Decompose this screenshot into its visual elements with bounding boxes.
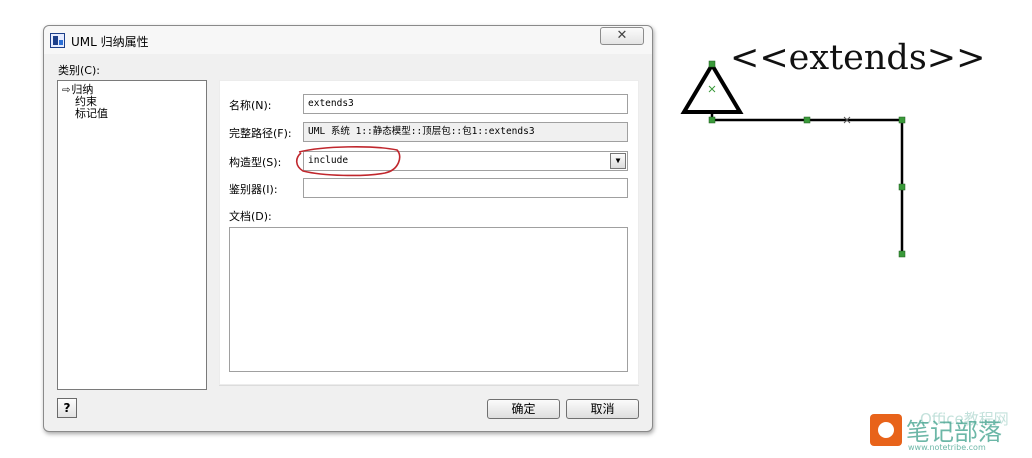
stereotype-value: include [308, 155, 349, 166]
name-input[interactable]: extends3 [303, 94, 628, 114]
category-item-tagged-values[interactable]: 标记值 [75, 108, 108, 120]
selection-handle[interactable] [898, 183, 906, 191]
watermark-url: www.notetribe.com [908, 443, 986, 452]
button-area-divider [219, 385, 639, 386]
discriminator-label: 鉴别器(I): [229, 183, 278, 196]
dialog-title: UML 归纳属性 [71, 35, 149, 49]
stereotype-label: 构造型(S): [229, 156, 282, 169]
watermark: Office教程网 笔记部落 www.notetribe.com [868, 408, 1032, 458]
category-label: 类别(C): [58, 64, 100, 77]
selection-handle[interactable] [898, 116, 906, 124]
category-list[interactable]: ⇨归纳 约束 标记值 [57, 80, 207, 390]
help-button[interactable]: ? [57, 398, 77, 418]
properties-panel: 名称(N): extends3 完整路径(F): UML 系统 1::静态模型:… [219, 80, 639, 385]
documentation-label: 文档(D): [229, 210, 272, 223]
dialog-titlebar[interactable]: UML 归纳属性 ✕ [44, 26, 652, 54]
cancel-button[interactable]: 取消 [566, 399, 639, 419]
selection-handle[interactable] [708, 116, 716, 124]
arrow-right-icon: ⇨ [62, 85, 71, 96]
close-button[interactable]: ✕ [600, 27, 644, 45]
uml-app-icon [50, 33, 65, 48]
selection-handle[interactable] [898, 250, 906, 258]
generalization-connector[interactable] [672, 40, 972, 270]
selection-handle[interactable] [803, 116, 811, 124]
documentation-textarea[interactable] [229, 227, 628, 372]
help-icon: ? [63, 401, 71, 415]
pencil-logo-icon [870, 414, 902, 446]
discriminator-input[interactable] [303, 178, 628, 198]
stereotype-select[interactable]: include ▼ [303, 151, 628, 171]
uml-properties-dialog: UML 归纳属性 ✕ 类别(C): ⇨归纳 约束 标记值 名称(N): exte… [43, 25, 653, 432]
name-label: 名称(N): [229, 99, 272, 112]
ok-button[interactable]: 确定 [487, 399, 560, 419]
category-item-label: 标记值 [75, 107, 108, 120]
chevron-down-icon[interactable]: ▼ [610, 153, 626, 169]
selection-handle[interactable] [708, 60, 716, 68]
full-path-label: 完整路径(F): [229, 127, 292, 140]
watermark-title: 笔记部落 [906, 418, 1002, 446]
full-path-field: UML 系统 1::静态模型::顶层包::包1::extends3 [303, 122, 628, 142]
connector-line[interactable] [710, 112, 904, 255]
close-icon: ✕ [616, 28, 628, 43]
